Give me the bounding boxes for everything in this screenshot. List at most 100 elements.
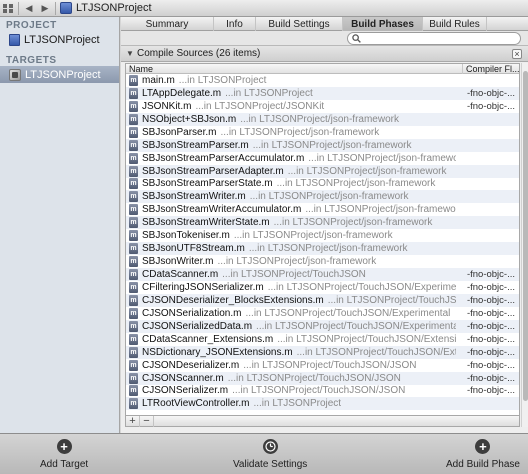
table-row[interactable]: m SBJsonWriter.m ...in LTJSONProject/json-…	[126, 255, 519, 268]
table-row[interactable]: m LTAppDelegate.m ...in LTJSONProject -fno-…	[126, 86, 519, 100]
source-file-icon: m	[129, 74, 138, 86]
search-input[interactable]	[364, 33, 514, 44]
table-row[interactable]: m CFilteringJSONSerializer.m ...in LTJSONP…	[126, 281, 519, 294]
source-file-icon: m	[129, 294, 138, 306]
app-target-icon	[9, 68, 21, 81]
column-header-name[interactable]: Name	[126, 64, 463, 74]
sidebar-item-label: LTJSONProject	[24, 33, 100, 46]
phase-title: Compile Sources (26 items)	[137, 48, 261, 59]
table-row[interactable]: m CJSONScanner.m ...in LTJSONProject/Touch…	[126, 371, 519, 385]
validate-settings-button[interactable]: Validate Settings	[233, 439, 307, 470]
filter-bar	[121, 31, 528, 46]
table-row[interactable]: m SBJsonStreamParserState.m ...in LTJSONPr…	[126, 178, 519, 191]
table-row[interactable]: m NSDictionary_JSONExtensions.m ...in LTJS…	[126, 345, 519, 359]
file-name: CDataScanner_Extensions.m	[142, 333, 274, 345]
add-file-button[interactable]: +	[126, 415, 140, 427]
sidebar-item-project[interactable]: LTJSONProject	[0, 31, 119, 48]
file-path: ...in LTJSONProject/JSONKit	[195, 100, 325, 112]
build-phases-content: ▼ Compile Sources (26 items) × Name Comp…	[121, 46, 528, 433]
compiler-flags-cell[interactable]: -fno-objc-...	[456, 308, 519, 319]
table-row[interactable]: m CJSONSerializer.m ...in LTJSONProject/To…	[126, 385, 519, 398]
table-row[interactable]: m SBJsonStreamWriter.m ...in LTJSONProject…	[126, 190, 519, 204]
tab-summary[interactable]: Summary	[121, 17, 214, 31]
source-file-icon: m	[129, 269, 138, 281]
vertical-scrollbar[interactable]	[521, 63, 528, 427]
sidebar-item-label: LTJSONProject	[25, 68, 101, 81]
table-row[interactable]: m SBJsonStreamParserAccumulator.m ...in LT…	[126, 152, 519, 165]
disclosure-triangle-icon[interactable]: ▼	[123, 49, 137, 58]
table-row[interactable]: m CJSONDeserializer.m ...in LTJSONProject/…	[126, 359, 519, 372]
table-row[interactable]: m SBJsonStreamParserAdapter.m ...in LTJSON…	[126, 164, 519, 178]
table-row[interactable]: m CJSONSerialization.m ...in LTJSONProject…	[126, 307, 519, 320]
search-field[interactable]	[347, 32, 521, 45]
source-file-icon: m	[129, 152, 138, 164]
table-row[interactable]: m SBJsonStreamParser.m ...in LTJSONProject…	[126, 138, 519, 152]
table-row[interactable]: m CJSONSerializedData.m ...in LTJSONProjec…	[126, 319, 519, 333]
compiler-flags-cell[interactable]: -fno-objc-...	[456, 321, 519, 332]
compiler-flags-cell[interactable]: -fno-objc-...	[456, 101, 519, 112]
plus-circle-icon: +	[56, 439, 72, 454]
source-file-icon: m	[129, 191, 138, 203]
file-path: ...in LTJSONProject/TouchJSON/JSON	[243, 359, 417, 371]
file-path: ...in LTJSONProject/json-framework	[233, 230, 393, 242]
file-path: ...in LTJSONProject	[225, 87, 313, 99]
compiler-flags-cell[interactable]: -fno-objc-...	[456, 373, 519, 384]
compiler-flags-cell[interactable]: -fno-objc-...	[456, 295, 519, 306]
close-icon[interactable]: ×	[512, 49, 522, 59]
source-file-icon: m	[129, 230, 138, 242]
file-path: ...in LTJSONProject/json-framework	[240, 113, 399, 125]
table-row[interactable]: m main.m ...in LTJSONProject	[126, 74, 519, 87]
compiler-flags-cell[interactable]: -fno-objc-...	[456, 88, 519, 99]
source-file-icon: m	[129, 372, 138, 384]
tab-build-phases[interactable]: Build Phases	[343, 17, 423, 31]
breadcrumb-project[interactable]: LTJSONProject	[76, 2, 152, 14]
table-row[interactable]: m JSONKit.m ...in LTJSONProject/JSONKit -fn…	[126, 100, 519, 113]
add-build-phase-button[interactable]: + Add Build Phase	[446, 439, 520, 470]
tab-info[interactable]: Info	[214, 17, 256, 31]
related-files-icon[interactable]	[0, 1, 16, 16]
table-row[interactable]: m CJSONDeserializer_BlocksExtensions.m...…	[126, 293, 519, 307]
file-cell: m SBJsonStreamWriter.m ...in LTJSONProject…	[126, 191, 456, 203]
project-icon	[9, 33, 20, 46]
file-path: ...in LTJSONProject/TouchJSON/Experiment…	[245, 307, 451, 319]
scroll-thumb[interactable]	[523, 71, 528, 401]
compiler-flags-cell[interactable]: -fno-objc-...	[456, 269, 519, 280]
add-build-phase-label: Add Build Phase	[446, 459, 520, 470]
forward-arrow-icon[interactable]: ▶	[37, 1, 53, 16]
table-row[interactable]: m LTRootViewController.m ...in LTJSONProje…	[126, 397, 519, 411]
table-row[interactable]: m SBJsonStreamWriterAccumulator.m ...in LT…	[126, 203, 519, 216]
file-cell: m NSDictionary_JSONExtensions.m ...in LTJS…	[126, 346, 456, 358]
file-name: SBJsonTokeniser.m	[142, 230, 230, 242]
compiler-flags-cell[interactable]: -fno-objc-...	[456, 385, 519, 396]
table-row[interactable]: m CDataScanner_Extensions.m ...in LTJSONPr…	[126, 333, 519, 346]
jump-bar: ◀ ▶ LTJSONProject	[0, 0, 528, 17]
table-row[interactable]: m SBJsonTokeniser.m ...in LTJSONProject/js…	[126, 229, 519, 242]
compiler-flags-cell[interactable]: -fno-objc-...	[456, 334, 519, 345]
file-cell: m SBJsonStreamParserAccumulator.m ...in LT…	[126, 152, 456, 164]
table-row[interactable]: m CDataScanner.m ...in LTJSONProject/Touch…	[126, 268, 519, 281]
file-cell: m CJSONDeserializer_BlocksExtensions.m...…	[126, 294, 456, 306]
add-target-button[interactable]: + Add Target	[40, 439, 88, 470]
back-arrow-icon[interactable]: ◀	[21, 1, 37, 16]
tab-build-settings[interactable]: Build Settings	[256, 17, 343, 31]
source-file-icon: m	[129, 307, 138, 319]
compiler-flags-cell[interactable]: -fno-objc-...	[456, 282, 519, 293]
table-row[interactable]: m SBJsonParser.m ...in LTJSONProject/json-…	[126, 126, 519, 139]
clock-icon	[262, 439, 278, 454]
table-row[interactable]: m SBJsonStreamWriterState.m ...in LTJSONPr…	[126, 216, 519, 230]
table-row[interactable]: m SBJsonUTF8Stream.m ...in LTJSONProject/j…	[126, 242, 519, 256]
compile-sources-header[interactable]: ▼ Compile Sources (26 items) ×	[121, 46, 528, 62]
file-name: SBJsonParser.m	[142, 126, 217, 138]
column-header-flags[interactable]: Compiler Fl...	[463, 64, 519, 74]
compiler-flags-cell[interactable]: -fno-objc-...	[456, 347, 519, 358]
sidebar-item-target[interactable]: LTJSONProject	[0, 66, 119, 83]
remove-file-button[interactable]: −	[140, 415, 154, 427]
table-row[interactable]: m NSObject+SBJson.m ...in LTJSONProject/js…	[126, 112, 519, 126]
tab-build-rules[interactable]: Build Rules	[423, 17, 487, 31]
file-cell: m CJSONSerializer.m ...in LTJSONProject/To…	[126, 385, 456, 397]
compiler-flags-cell[interactable]: -fno-objc-...	[456, 360, 519, 371]
file-cell: m SBJsonWriter.m ...in LTJSONProject/json-…	[126, 256, 456, 268]
file-name: NSDictionary_JSONExtensions.m	[142, 346, 293, 358]
file-name: SBJsonStreamWriterState.m	[142, 217, 270, 229]
file-cell: m CJSONScanner.m ...in LTJSONProject/Touch…	[126, 372, 456, 384]
